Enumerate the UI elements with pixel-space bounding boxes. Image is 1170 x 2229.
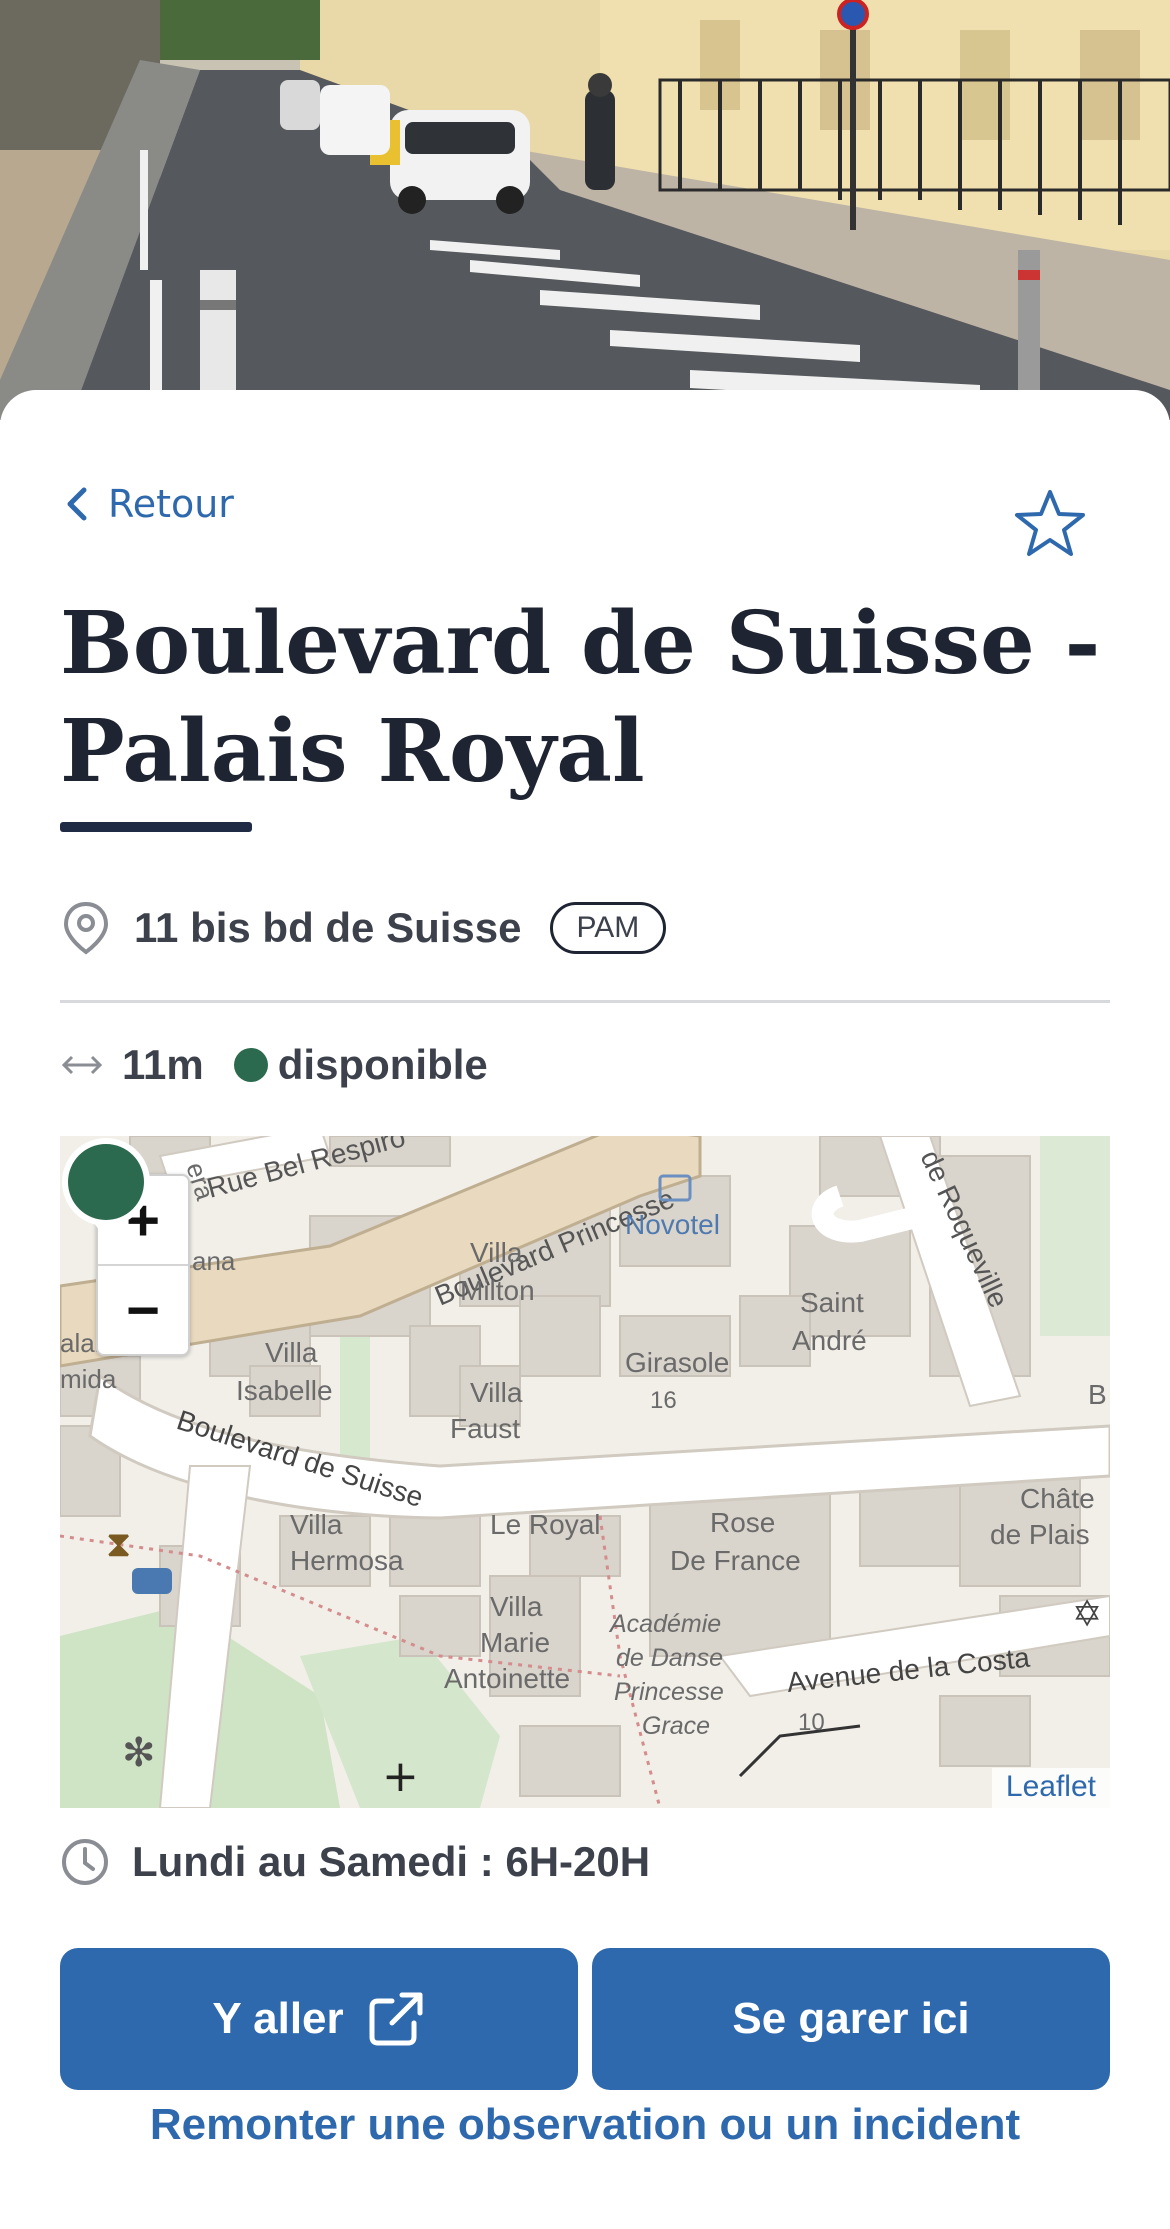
map-label-academie-1: Académie (608, 1610, 721, 1638)
map-label-saint-andre-2: André (792, 1325, 867, 1356)
map-label-villa-isabelle-1: Villa (265, 1337, 318, 1368)
map-label-16: 16 (650, 1387, 677, 1414)
directions-label: Y aller (212, 1994, 344, 2043)
map-label-villa-milton-2: Milton (460, 1275, 535, 1306)
external-link-icon (369, 1992, 423, 2046)
map-label-mida: mida (60, 1364, 117, 1394)
directions-button[interactable]: Y aller (60, 1948, 578, 2090)
map-label-villa-milton-1: Villa (470, 1237, 523, 1268)
poi-taxi-icon (132, 1568, 172, 1594)
divider (60, 1000, 1110, 1003)
map-label-rose-2: De France (670, 1545, 801, 1576)
back-label: Retour (108, 482, 234, 526)
map-label-le-royal: Le Royal (490, 1509, 601, 1540)
map-label-villa-faust-1: Villa (470, 1377, 523, 1408)
poi-church-cross-icon: + (382, 1751, 419, 1802)
favorite-star-icon[interactable] (1012, 486, 1088, 562)
map-label-ana: ana (192, 1246, 236, 1276)
map-label-villa-marie-3: Antoinette (444, 1663, 570, 1694)
map-tiles: Rue Bel Respiro Boulevard Princesse de R… (60, 1136, 1110, 1808)
map-label-villa-isabelle-2: Isabelle (236, 1375, 333, 1406)
street-photo (0, 0, 1170, 420)
map-label-10: 10 (798, 1709, 825, 1736)
location-pin-icon (63, 901, 109, 955)
hours-text: Lundi au Samedi : 6H-20H (132, 1838, 651, 1885)
map-label-villa-marie-2: Marie (480, 1627, 550, 1658)
map-label-girasole: Girasole (625, 1347, 729, 1378)
address-text: 11 bis bd de Suisse (134, 904, 522, 951)
chevron-left-icon (67, 487, 87, 521)
map-label-b: B (1088, 1379, 1107, 1410)
map-label-academie-2: de Danse (616, 1644, 723, 1672)
map-label-saint-andre-1: Saint (800, 1287, 864, 1318)
clock-icon (62, 1839, 108, 1885)
map-label-villa-faust-2: Faust (450, 1413, 520, 1444)
title-underline (60, 822, 252, 832)
map-label-academie-3: Princesse (614, 1678, 724, 1706)
status-text: disponible (277, 1041, 488, 1088)
map-label-rose-1: Rose (710, 1507, 775, 1538)
map-label-villa-hermosa-1: Villa (290, 1509, 343, 1540)
hours-row: Lundi au Samedi : 6H-20H (60, 1832, 650, 1892)
map-label-academie-4: Grace (642, 1712, 710, 1740)
page-title: Boulevard de Suisse - Palais Royal (60, 593, 1101, 802)
status-dot (233, 1048, 268, 1082)
distance-value: 11m (122, 1041, 204, 1088)
pam-badge: PAM (549, 902, 667, 954)
park-here-label: Se garer ici (732, 1994, 970, 2043)
zoom-out-button[interactable]: − (98, 1266, 188, 1354)
distance-status-row: 11m disponible (60, 1035, 488, 1095)
map-attribution-link[interactable]: Leaflet (991, 1768, 1110, 1808)
map[interactable]: Rue Bel Respiro Boulevard Princesse de R… (60, 1136, 1110, 1808)
address-row: 11 bis bd de Suisse PAM (60, 898, 667, 958)
poi-star-of-david-icon: ✡ (1072, 1594, 1102, 1635)
poi-flower-icon: ✻ (122, 1730, 156, 1776)
map-label-villa-hermosa-2: Hermosa (290, 1545, 404, 1576)
report-incident-link[interactable]: Remonter une observation ou un incident (0, 2100, 1170, 2150)
map-label-villa-marie-1: Villa (490, 1591, 543, 1622)
map-label-chateau-1: Châte (1020, 1483, 1095, 1514)
width-arrows-icon (61, 1055, 103, 1075)
map-label-chateau-2: de Plais (990, 1519, 1090, 1550)
location-marker-icon[interactable] (60, 1136, 152, 1244)
hero-photo (0, 0, 1170, 420)
poi-hourglass-icon: ⧗ (106, 1524, 131, 1565)
park-here-button[interactable]: Se garer ici (592, 1948, 1110, 2090)
map-label-novotel: Novotel (625, 1209, 720, 1240)
back-button[interactable]: Retour (60, 480, 234, 528)
detail-sheet: Retour Boulevard de Suisse - Palais Roya… (0, 390, 1170, 2229)
